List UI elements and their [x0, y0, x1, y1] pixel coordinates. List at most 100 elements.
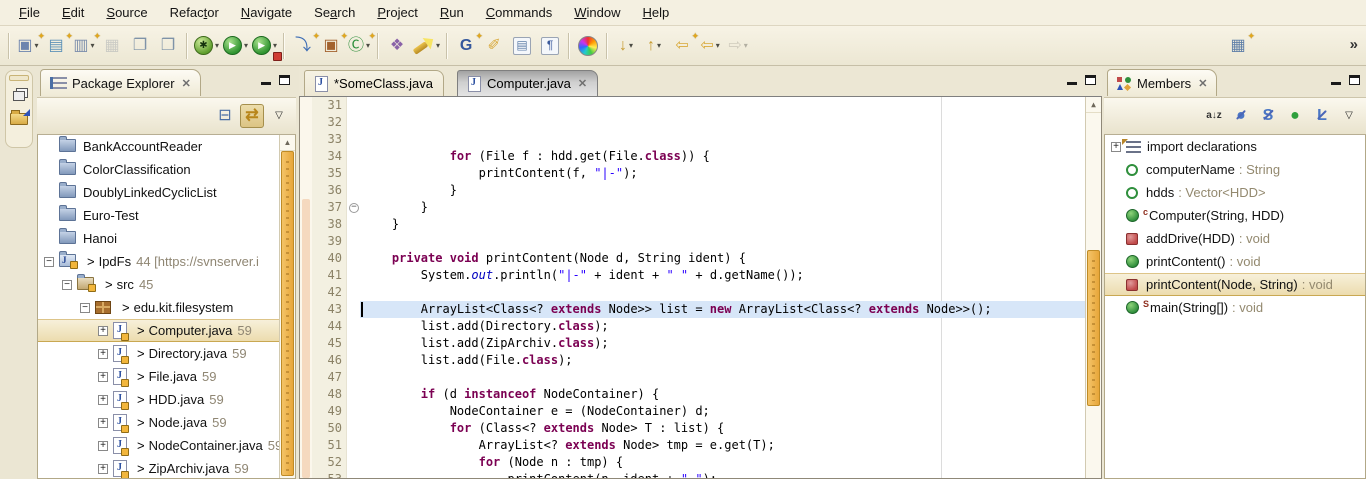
tree-item-ziparchiv-java[interactable]: +>ZipArchiv.java59: [38, 457, 295, 479]
dropdown-chevron-icon[interactable]: ▾: [716, 41, 720, 50]
tree-item-computer-java[interactable]: +>Computer.java59: [38, 319, 295, 342]
tree-item-edu-kit-filesystem[interactable]: −>edu.kit.filesystem: [38, 296, 295, 319]
dropdown-chevron-icon[interactable]: ▾: [629, 41, 633, 50]
collapse-box-icon[interactable]: −: [62, 280, 72, 290]
line-number[interactable]: 47: [312, 369, 346, 386]
code-line-40[interactable]: ArrayList<Class<? extends Node>> list = …: [360, 301, 1086, 318]
tree-item-directory-java[interactable]: +>Directory.java59: [38, 342, 295, 365]
tree-item-nodecontainer-java[interactable]: +>NodeContainer.java59: [38, 434, 295, 457]
dropdown-chevron-icon[interactable]: ▾: [35, 41, 39, 50]
folding-ruler[interactable]: −: [346, 97, 361, 478]
code-editor[interactable]: 3132333435363738394041424344454647484950…: [299, 96, 1102, 479]
member-printcontent[interactable]: printContent(): void: [1105, 250, 1365, 273]
editor-scrollbar[interactable]: ▲: [1085, 97, 1101, 478]
tree-item-hanoi[interactable]: Hanoi: [38, 227, 295, 250]
next-annotation-button[interactable]: ↓▾: [612, 33, 640, 59]
menu-edit[interactable]: Edit: [51, 2, 95, 24]
package-explorer-tree[interactable]: BankAccountReaderColorClassificationDoub…: [37, 135, 296, 479]
previous-annotation-button[interactable]: ↑▾: [640, 33, 668, 59]
code-line-32[interactable]: printContent(f, "|-");: [360, 165, 1086, 182]
tree-item-node-java[interactable]: +>Node.java59: [38, 411, 295, 434]
dropdown-chevron-icon[interactable]: ▾: [744, 41, 748, 50]
dropdown-chevron-icon[interactable]: ▾: [215, 41, 219, 50]
expand-box-icon[interactable]: +: [98, 395, 108, 405]
menu-navigate[interactable]: Navigate: [230, 2, 303, 24]
back-button[interactable]: ⇦▾: [696, 33, 724, 59]
dropdown-chevron-icon[interactable]: ▾: [366, 41, 370, 50]
show-selected-element-only-button[interactable]: ▤: [508, 33, 536, 59]
dropdown-chevron-icon[interactable]: ▾: [657, 41, 661, 50]
expand-box-icon[interactable]: +: [98, 464, 108, 474]
code-line-44[interactable]: [360, 369, 1086, 386]
tree-item-euro-test[interactable]: Euro-Test: [38, 204, 295, 227]
minimize-icon[interactable]: [1067, 82, 1077, 85]
line-number[interactable]: 41: [312, 267, 346, 284]
editor-tab-computer-java[interactable]: Computer.java✕: [457, 70, 598, 96]
scrollbar-thumb[interactable]: [281, 151, 294, 476]
debug-button[interactable]: ✱▾: [192, 33, 221, 59]
member-adddrive-hdd[interactable]: addDrive(HDD): void: [1105, 227, 1365, 250]
member-printcontent-node-string[interactable]: printContent(Node, String): void: [1105, 273, 1365, 296]
code-line-50[interactable]: printContent(n, ident + "-");: [360, 471, 1086, 479]
code-line-39[interactable]: [360, 284, 1086, 301]
new-wizard-button[interactable]: ▣✦▾: [14, 33, 42, 59]
line-number[interactable]: 31: [312, 97, 346, 114]
annotation-ruler[interactable]: [300, 97, 312, 478]
code-line-34[interactable]: }: [360, 199, 1086, 216]
expand-box-icon[interactable]: +: [98, 372, 108, 382]
tree-item-src[interactable]: −>src45: [38, 273, 295, 296]
dropdown-chevron-icon[interactable]: ▾: [244, 41, 248, 50]
line-number[interactable]: 37: [312, 199, 346, 216]
new-class-button[interactable]: Ⓒ✦▾: [345, 33, 373, 59]
menu-help[interactable]: Help: [632, 2, 681, 24]
line-number[interactable]: 44: [312, 318, 346, 335]
tab-package-explorer[interactable]: Package Explorer ✕: [40, 69, 201, 96]
expand-box-icon[interactable]: +: [1111, 142, 1121, 152]
member-hdds[interactable]: hdds: Vector<HDD>: [1105, 181, 1365, 204]
open-view-icon[interactable]: [10, 113, 28, 125]
expand-box-icon[interactable]: +: [98, 326, 108, 336]
run-button[interactable]: ▶▾: [221, 33, 250, 59]
collapse-box-icon[interactable]: −: [44, 257, 54, 267]
highlighter-button[interactable]: ✐: [480, 33, 508, 59]
hide-local-types-button[interactable]: L: [1310, 104, 1334, 128]
open-type-button[interactable]: ❖: [383, 33, 411, 59]
dropdown-chevron-icon[interactable]: ▾: [273, 41, 277, 50]
menu-window[interactable]: Window: [563, 2, 631, 24]
view-menu-button[interactable]: ▽: [267, 104, 291, 128]
scrollbar-thumb[interactable]: [1087, 250, 1100, 406]
line-number[interactable]: 34: [312, 148, 346, 165]
import-wizard-button[interactable]: ⤵✦: [289, 33, 317, 59]
menu-project[interactable]: Project: [366, 2, 429, 24]
tree-item-ipdfs[interactable]: −J>IpdFs44 [https://svnserver.i: [38, 250, 295, 273]
collapse-all-button[interactable]: ⊟: [213, 104, 237, 128]
line-number[interactable]: 52: [312, 454, 346, 471]
line-number-ruler[interactable]: 3132333435363738394041424344454647484950…: [312, 97, 346, 478]
code-line-43[interactable]: list.add(File.class);: [360, 352, 1086, 369]
line-number[interactable]: 38: [312, 216, 346, 233]
member-main-string[interactable]: Smain(String[]): void: [1105, 296, 1365, 319]
view-menu-button[interactable]: ▽: [1337, 104, 1361, 128]
code-line-37[interactable]: private void printContent(Node d, String…: [360, 250, 1086, 267]
line-number[interactable]: 46: [312, 352, 346, 369]
menu-commands[interactable]: Commands: [475, 2, 564, 24]
run-external-tools-button[interactable]: ▶▾: [250, 33, 279, 59]
tab-members[interactable]: Members ✕: [1107, 69, 1217, 96]
member-computername[interactable]: computerName: String: [1105, 158, 1365, 181]
new-view-button[interactable]: ▥✦▾: [70, 33, 98, 59]
menu-source[interactable]: Source: [95, 2, 158, 24]
menu-file[interactable]: File: [8, 2, 51, 24]
members-list[interactable]: +import declarationscomputerName: String…: [1104, 135, 1366, 479]
line-number[interactable]: 48: [312, 386, 346, 403]
close-icon[interactable]: ✕: [1198, 77, 1207, 90]
tree-item-colorclassification[interactable]: ColorClassification: [38, 158, 295, 181]
member-computer-string-hdd[interactable]: cComputer(String, HDD): [1105, 204, 1365, 227]
line-number[interactable]: 40: [312, 250, 346, 267]
line-number[interactable]: 49: [312, 403, 346, 420]
save-button[interactable]: ▦: [98, 33, 126, 59]
line-number[interactable]: 42: [312, 284, 346, 301]
restore-view-icon[interactable]: [13, 91, 25, 101]
mark-occurrences-g-button[interactable]: G✦: [452, 33, 480, 59]
print-button[interactable]: ❐: [126, 33, 154, 59]
maximize-icon[interactable]: [1085, 75, 1096, 85]
